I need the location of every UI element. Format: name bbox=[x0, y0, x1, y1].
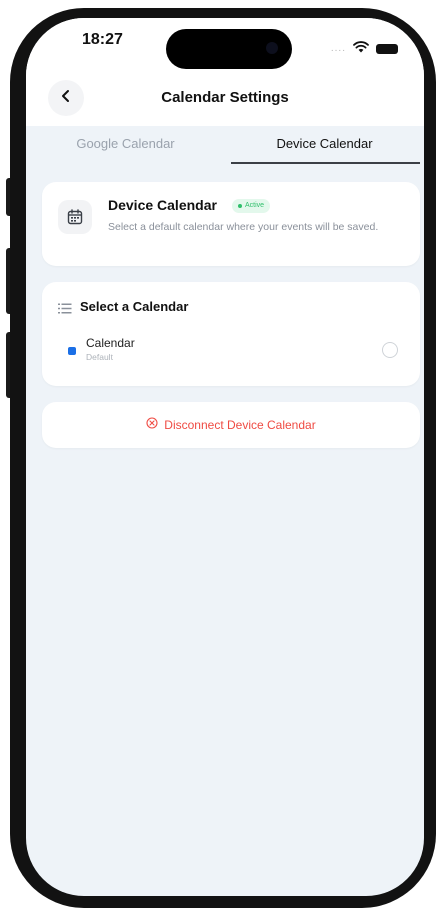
active-dot-icon bbox=[238, 204, 242, 208]
status-badge: Active bbox=[232, 199, 271, 213]
status-icons: .... bbox=[331, 40, 398, 58]
dynamic-island bbox=[166, 29, 292, 69]
wifi-icon bbox=[353, 40, 369, 58]
tab-google-calendar[interactable]: Google Calendar bbox=[26, 126, 225, 168]
device-calendar-description: Select a default calendar where your eve… bbox=[108, 221, 379, 233]
tab-device-calendar[interactable]: Device Calendar bbox=[225, 126, 424, 168]
camera-icon bbox=[266, 42, 278, 54]
calendar-radio-button[interactable] bbox=[382, 342, 398, 358]
calendar-option-subtitle: Default bbox=[86, 352, 113, 362]
calendar-icon bbox=[58, 200, 92, 234]
battery-icon bbox=[376, 44, 398, 54]
close-circle-icon bbox=[146, 416, 158, 434]
signal-icon: .... bbox=[330, 43, 346, 54]
device-mockup: 18:27 .... Calendar Settings Google Cale… bbox=[0, 0, 444, 913]
device-calendar-title: Device Calendar bbox=[108, 197, 217, 213]
status-bar: 18:27 .... bbox=[26, 18, 424, 74]
disconnect-label: Disconnect Device Calendar bbox=[164, 418, 316, 432]
app-screen: 18:27 .... Calendar Settings Google Cale… bbox=[26, 18, 424, 896]
page-title: Calendar Settings bbox=[161, 89, 289, 106]
status-badge-label: Active bbox=[245, 202, 265, 209]
device-calendar-card: Device Calendar Active Select a default … bbox=[42, 182, 420, 266]
select-calendar-card: Select a Calendar Calendar Default bbox=[42, 282, 420, 386]
calendar-color-swatch bbox=[68, 347, 76, 355]
disconnect-button[interactable]: Disconnect Device Calendar bbox=[42, 402, 420, 448]
calendar-option-name: Calendar bbox=[86, 336, 135, 350]
calendar-tabs: Google Calendar Device Calendar bbox=[26, 126, 424, 168]
status-time: 18:27 bbox=[82, 31, 123, 48]
select-calendar-title: Select a Calendar bbox=[80, 299, 189, 314]
list-icon bbox=[58, 301, 72, 319]
calendar-option[interactable]: Calendar Default bbox=[42, 330, 420, 370]
nav-header: Calendar Settings bbox=[26, 74, 424, 126]
